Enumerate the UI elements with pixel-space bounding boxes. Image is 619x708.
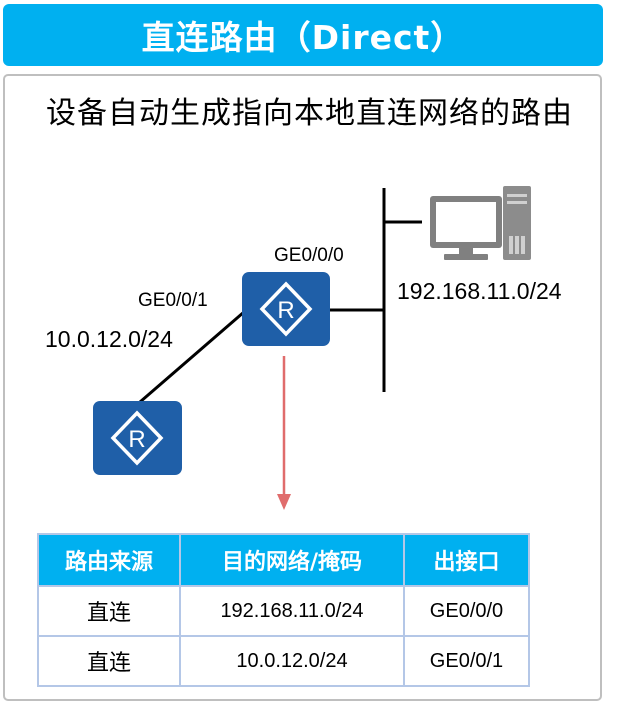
computer-icon	[430, 186, 531, 260]
column-header: 出接口	[403, 533, 530, 587]
svg-text:R: R	[128, 426, 145, 453]
table-row: 直连 10.0.12.0/24 GE0/0/1	[37, 635, 530, 687]
router-main-icon: R	[242, 272, 330, 346]
table-cell: 直连	[37, 585, 181, 637]
interface-label-ge001: GE0/0/1	[138, 290, 208, 311]
network-label-left: 10.0.12.0/24	[45, 326, 173, 352]
column-header: 路由来源	[37, 533, 181, 587]
table-cell: GE0/0/1	[403, 635, 530, 687]
interface-label-ge000: GE0/0/0	[274, 245, 344, 266]
table-cell: 直连	[37, 635, 181, 687]
table-cell: 10.0.12.0/24	[179, 635, 405, 687]
router-left-icon: R	[93, 401, 182, 475]
down-arrow	[277, 356, 291, 510]
network-label-right: 192.168.11.0/24	[397, 278, 562, 304]
table-row: 直连 192.168.11.0/24 GE0/0/0	[37, 585, 530, 637]
routing-table: 路由来源 目的网络/掩码 出接口 直连 192.168.11.0/24 GE0/…	[37, 533, 530, 687]
column-header: 目的网络/掩码	[179, 533, 405, 587]
table-cell: 192.168.11.0/24	[179, 585, 405, 637]
table-cell: GE0/0/0	[403, 585, 530, 637]
table-header-row: 路由来源 目的网络/掩码 出接口	[37, 533, 530, 587]
svg-text:R: R	[277, 297, 294, 324]
